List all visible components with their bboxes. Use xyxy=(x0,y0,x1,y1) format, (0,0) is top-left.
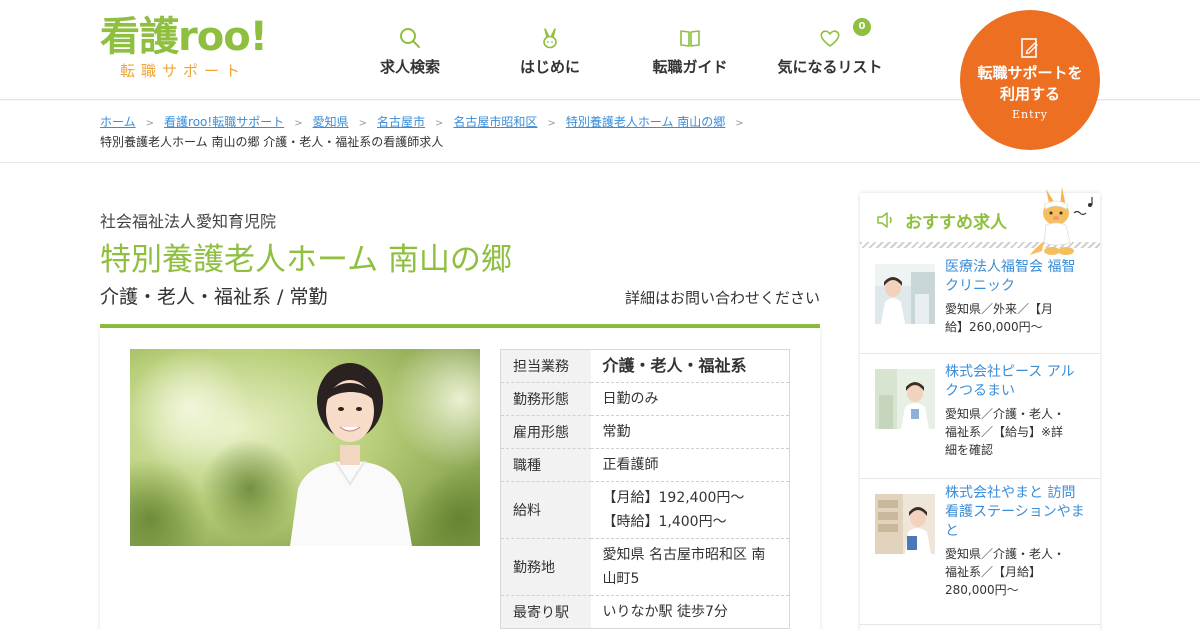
info-value: 愛知県 名古屋市昭和区 南 山町5 xyxy=(590,538,790,596)
clinic-thumbnail xyxy=(875,264,935,324)
nav-label-introduction: はじめに xyxy=(519,58,580,76)
home-nursing-thumbnail xyxy=(875,494,935,554)
info-label: 給料 xyxy=(500,481,591,539)
job-title: 特別養護老人ホーム 南山の郷 xyxy=(100,242,512,278)
recommended-jobs-sidebar: おすすめ求人 医療法人福智会 福智 クリニック 愛知県／外来／【月 給】260,… xyxy=(860,187,1100,630)
breadcrumb-separator: > xyxy=(735,118,744,129)
nav-label-job-search: 求人検索 xyxy=(379,58,440,76)
location-line1: 愛知県 名古屋市昭和区 南 xyxy=(602,547,766,563)
breadcrumb-prefecture[interactable]: 愛知県 xyxy=(313,115,349,129)
recommended-job-desc-line: 愛知県／外来／【月 xyxy=(945,302,1054,316)
entry-label-line1: 転職サポートを xyxy=(977,64,1083,82)
breadcrumb-separator: > xyxy=(145,118,155,129)
recommended-job-desc-line: 給】260,000円〜 xyxy=(945,320,1043,334)
nav-favorites[interactable]: 0 気になるリスト xyxy=(775,18,885,80)
table-row: 勤務形態 日勤のみ xyxy=(500,382,790,416)
nav-career-guide[interactable]: 転職ガイド xyxy=(645,26,735,80)
info-label: 最寄り駅 xyxy=(500,595,591,629)
recommended-job-name[interactable]: 株式会社ピース アル クつるまい xyxy=(945,363,1085,401)
table-row: 職種 正看護師 xyxy=(500,448,790,482)
table-row: 給料 【月給】192,400円～ 【時給】1,400円～ xyxy=(500,481,790,539)
info-value: 正看護師 xyxy=(590,448,790,482)
recommended-job-desc-line: 愛知県／介護・老人・ xyxy=(945,547,1066,561)
salary-note: 詳細はお問い合わせください xyxy=(624,289,820,307)
recommended-job-desc: 愛知県／介護・老人・ 福祉系／【月給】 280,000円〜 xyxy=(945,545,1085,599)
breadcrumb-current: 特別養護老人ホーム 南山の郷 介護・老人・福祉系の看護師求人 xyxy=(100,135,444,149)
breadcrumb-separator: > xyxy=(435,118,444,129)
recommended-job-desc-line: 280,000円〜 xyxy=(945,583,1019,597)
recommended-job-name-line: 株式会社やまと 訪問 xyxy=(945,485,1076,501)
breadcrumb-separator: > xyxy=(358,118,367,129)
entry-button[interactable]: 転職サポートを 利用する Entry xyxy=(960,10,1100,150)
nav-label-career-guide: 転職ガイド xyxy=(652,58,728,76)
favorites-count-badge: 0 xyxy=(853,18,871,36)
table-row: 勤務地 愛知県 名古屋市昭和区 南 山町5 xyxy=(500,538,790,596)
recommended-job-desc-line: 福祉系／【給与】※詳 xyxy=(945,425,1064,439)
recommended-job-desc: 愛知県／外来／【月 給】260,000円〜 xyxy=(945,300,1085,336)
breadcrumb-separator: > xyxy=(547,118,556,129)
info-label: 勤務地 xyxy=(500,538,591,596)
info-value: いりなか駅 徒歩7分 xyxy=(590,595,790,629)
breadcrumb-ward[interactable]: 名古屋市昭和区 xyxy=(453,115,537,129)
entry-sublabel: Entry xyxy=(1011,108,1048,121)
entry-button-label: 転職サポートを 利用する xyxy=(960,63,1100,105)
recommended-job-name-line: 看護ステーションやま xyxy=(945,504,1085,520)
nav-job-search[interactable]: 求人検索 xyxy=(370,26,450,80)
recommended-job-item[interactable]: 株式会社ピース アル クつるまい 愛知県／介護・老人・ 福祉系／【給与】※詳 細… xyxy=(860,355,1100,479)
job-subtitle: 介護・老人・福祉系 / 常勤 xyxy=(100,286,328,308)
nav-label-favorites: 気になるリスト xyxy=(777,58,883,76)
recommended-job-name-line: クつるまい xyxy=(945,383,1015,399)
info-value: 介護・老人・福祉系 xyxy=(590,349,790,383)
heart-icon xyxy=(820,30,840,47)
care-home-thumbnail xyxy=(875,369,935,429)
sidebar-title: おすすめ求人 xyxy=(905,213,1007,233)
info-value: 常勤 xyxy=(590,415,790,449)
info-value: 日勤のみ xyxy=(590,382,790,416)
site-logo[interactable]: 看護roo! 転職サポート xyxy=(100,14,300,84)
salary-monthly: 【月給】192,400円～ xyxy=(602,490,745,506)
logo-tagline: 転職サポート xyxy=(120,62,247,80)
logo-wordmark: 看護roo! xyxy=(100,14,268,60)
recommended-job-name-line: クリニック xyxy=(945,278,1015,294)
recommended-job-name[interactable]: 医療法人福智会 福智 クリニック xyxy=(945,258,1085,296)
location-line2: 山町5 xyxy=(602,571,640,587)
table-row: 雇用形態 常勤 xyxy=(500,415,790,449)
table-row: 最寄り駅 いりなか駅 徒歩7分 xyxy=(500,595,790,629)
recommended-job-name-line: 株式会社ピース アル xyxy=(945,364,1075,380)
rabbit-icon xyxy=(543,28,557,49)
breadcrumb: ホーム > 看護roo!転職サポート > 愛知県 > 名古屋市 > 名古屋市昭和区 > 特別養護老人… xyxy=(100,112,900,134)
recommended-job-desc-line: 細を確認 xyxy=(945,443,994,457)
nurse-photo xyxy=(130,349,480,546)
breadcrumb-separator: > xyxy=(294,118,303,129)
salary-hourly: 【時給】1,400円～ xyxy=(602,514,727,530)
recommended-job-desc-line: 愛知県／介護・老人・ xyxy=(945,407,1066,421)
breadcrumb-city[interactable]: 名古屋市 xyxy=(377,115,425,129)
nav-introduction[interactable]: はじめに xyxy=(510,26,590,80)
breadcrumb-facility[interactable]: 特別養護老人ホーム 南山の郷 xyxy=(566,115,725,129)
book-icon xyxy=(680,30,700,47)
info-label: 担当業務 xyxy=(500,349,591,383)
info-value: 【月給】192,400円～ 【時給】1,400円～ xyxy=(590,481,790,539)
recommended-job-item[interactable]: 医療法人福智会 福智 クリニック 愛知県／外来／【月 給】260,000円〜 xyxy=(860,250,1100,354)
kangaroo-mascot-icon xyxy=(1030,187,1093,255)
entry-label-line2: 利用する xyxy=(999,85,1060,103)
job-detail-panel: 担当業務 介護・老人・福祉系 勤務形態 日勤のみ 雇用形態 常勤 職種 正看護師… xyxy=(100,328,820,630)
search-icon xyxy=(400,28,420,48)
recommended-job-name[interactable]: 株式会社やまと 訪問 看護ステーションやま と xyxy=(945,484,1085,541)
speaker-icon xyxy=(877,212,892,228)
recommended-job-desc: 愛知県／介護・老人・ 福祉系／【給与】※詳 細を確認 xyxy=(945,405,1085,459)
recommended-job-name-line: と xyxy=(945,523,959,539)
organization-name: 社会福祉法人愛知育児院 xyxy=(100,212,277,231)
info-label: 職種 xyxy=(500,448,591,482)
table-row: 担当業務 介護・老人・福祉系 xyxy=(500,349,790,383)
recommended-job-desc-line: 福祉系／【月給】 xyxy=(945,565,1042,579)
job-info-table: 担当業務 介護・老人・福祉系 勤務形態 日勤のみ 雇用形態 常勤 職種 正看護師… xyxy=(500,349,790,629)
edit-document-icon xyxy=(1021,38,1038,58)
breadcrumb-home[interactable]: ホーム xyxy=(100,115,136,129)
recommended-job-item[interactable]: 株式会社やまと 訪問 看護ステーションやま と 愛知県／介護・老人・ 福祉系／【… xyxy=(860,480,1100,625)
breadcrumb-kango-roo[interactable]: 看護roo!転職サポート xyxy=(164,115,284,129)
info-label: 勤務形態 xyxy=(500,382,591,416)
recommended-job-name-line: 医療法人福智会 福智 xyxy=(945,259,1076,275)
info-label: 雇用形態 xyxy=(500,415,591,449)
